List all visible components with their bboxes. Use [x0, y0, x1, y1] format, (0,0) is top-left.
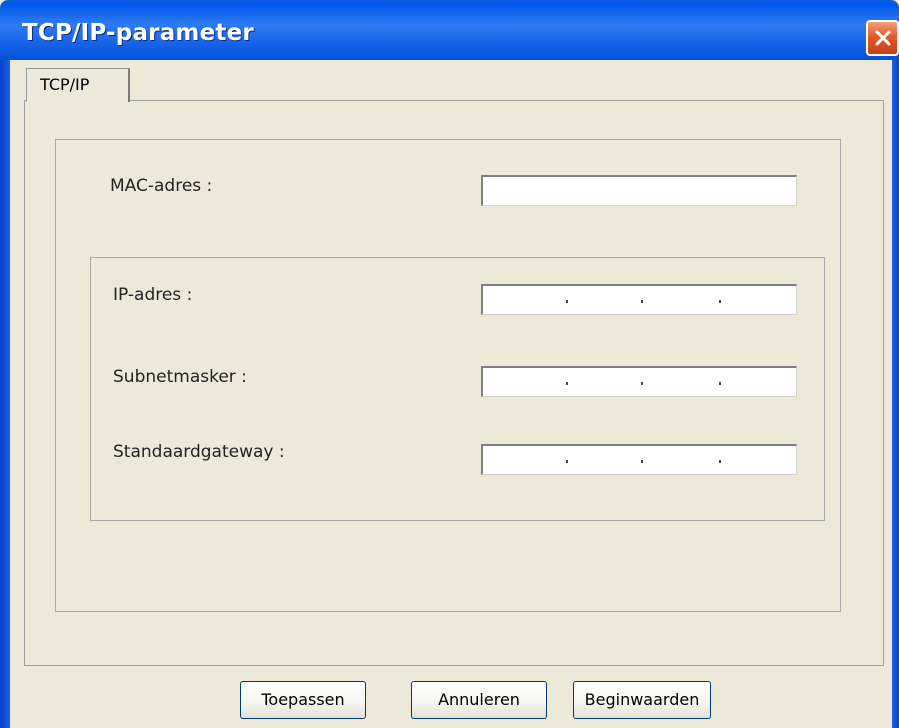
ip-separator	[566, 460, 568, 463]
ip-separator	[641, 300, 643, 303]
subnet-mask-label: Subnetmasker :	[113, 367, 247, 387]
window-frame-right	[892, 60, 899, 728]
title-bar[interactable]: TCP/IP-parameter	[0, 0, 899, 60]
tab-tcpip-label: TCP/IP	[40, 75, 90, 94]
apply-button[interactable]: Toepassen	[240, 681, 366, 719]
mac-address-field[interactable]	[481, 175, 797, 206]
tab-tcpip[interactable]: TCP/IP	[26, 68, 130, 102]
ip-separator	[719, 300, 721, 303]
tcpip-dialog: TCP/IP-parameter TCP/IP MAC-adres : IP-a…	[0, 0, 899, 728]
window-frame-left	[0, 60, 10, 728]
close-button[interactable]	[866, 20, 899, 56]
ip-separator	[641, 460, 643, 463]
window-title: TCP/IP-parameter	[22, 20, 254, 46]
ip-separator	[719, 460, 721, 463]
default-gateway-label: Standaardgateway :	[113, 442, 285, 462]
ip-separator	[566, 382, 568, 385]
defaults-button[interactable]: Beginwaarden	[573, 681, 711, 719]
ip-separator	[719, 382, 721, 385]
ip-address-field[interactable]	[481, 284, 797, 315]
cancel-button[interactable]: Annuleren	[411, 681, 547, 719]
close-icon	[875, 30, 891, 46]
subnet-mask-field[interactable]	[481, 366, 797, 397]
default-gateway-field[interactable]	[481, 444, 797, 475]
ip-address-label: IP-adres :	[113, 285, 193, 305]
ip-separator	[641, 382, 643, 385]
ip-separator	[566, 300, 568, 303]
mac-address-label: MAC-adres :	[110, 176, 213, 196]
